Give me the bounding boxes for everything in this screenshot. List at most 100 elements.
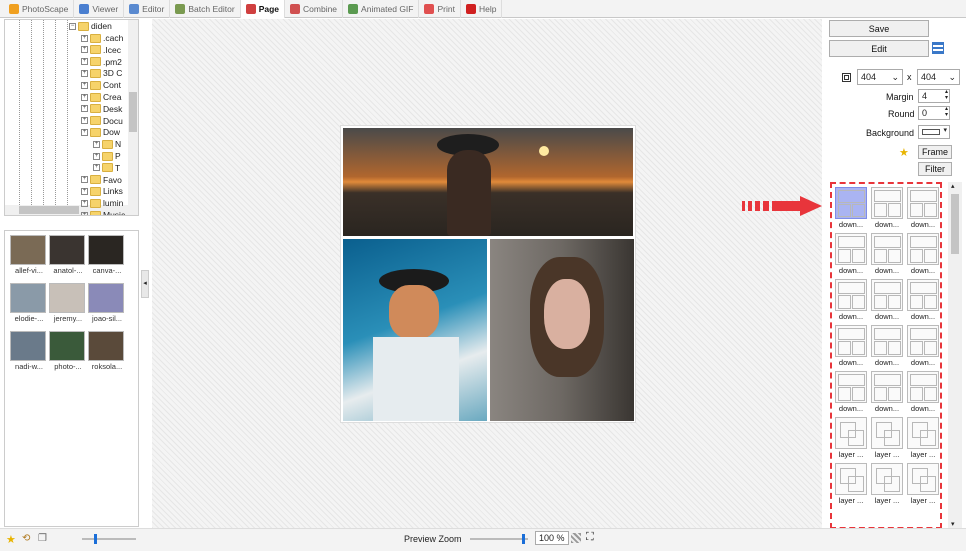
template-item[interactable]: layer ... (835, 463, 867, 505)
photo-bottom-left[interactable] (343, 239, 487, 421)
template-grid[interactable]: down... down... down... down... down... down.… (830, 182, 942, 529)
tree-item[interactable]: + Desk (81, 103, 122, 115)
template-item[interactable]: down... (907, 371, 939, 413)
template-item[interactable]: down... (835, 325, 867, 367)
thumbnail-item[interactable]: allef-vi... (10, 235, 48, 275)
template-item[interactable]: layer ... (871, 463, 903, 505)
tree-item[interactable]: +3D C (81, 67, 122, 79)
expand-icon[interactable]: + (81, 58, 88, 66)
expand-icon[interactable]: + (81, 117, 88, 125)
tree-item[interactable]: − diden (69, 20, 112, 32)
template-item[interactable]: down... (871, 279, 903, 321)
expand-icon[interactable]: + (81, 105, 88, 113)
thumbnail-item[interactable]: roksola... (88, 331, 126, 371)
star-icon[interactable]: ★ (6, 533, 16, 546)
tab-animated-gif[interactable]: Animated GIF (343, 0, 420, 18)
tree-item[interactable]: + Music (81, 209, 125, 215)
template-item[interactable]: layer ... (907, 463, 939, 505)
tree-item[interactable]: + Dow (81, 126, 120, 138)
tree-item[interactable]: + .pm2 (81, 56, 122, 68)
tree-item[interactable]: + lumin (81, 197, 123, 209)
expand-icon[interactable]: + (81, 128, 88, 136)
template-item[interactable]: layer ... (835, 417, 867, 459)
scroll-down-icon[interactable]: ▾ (951, 520, 955, 528)
filter-button[interactable]: Filter (918, 162, 952, 176)
collapse-handle[interactable]: ◂ (141, 270, 149, 298)
template-item[interactable]: layer ... (871, 417, 903, 459)
thumbnail-item[interactable]: joao-sil... (88, 283, 126, 323)
tree-item[interactable]: + Crea (81, 91, 121, 103)
tree-item[interactable]: + Links (81, 185, 123, 197)
thumb-size-slider[interactable] (82, 534, 136, 544)
template-item[interactable]: down... (907, 279, 939, 321)
template-item[interactable]: down... (871, 233, 903, 275)
tree-item[interactable]: + Favo (81, 174, 122, 186)
expand-icon[interactable]: + (81, 199, 88, 207)
collapse-icon[interactable]: − (69, 22, 76, 30)
expand-icon[interactable]: + (93, 140, 100, 148)
expand-icon[interactable]: + (81, 81, 88, 89)
height-select[interactable]: 404 ⌄ (917, 69, 960, 85)
collage-preview[interactable] (340, 125, 636, 423)
tree-item[interactable]: + T (93, 162, 120, 174)
expand-icon[interactable]: + (81, 34, 88, 42)
tree-item[interactable]: + N (93, 138, 121, 150)
expand-icon[interactable]: + (81, 93, 88, 101)
tree-item[interactable]: + .Icec (81, 44, 121, 56)
frame-button[interactable]: Frame (918, 145, 952, 159)
template-item[interactable]: down... (835, 371, 867, 413)
tab-editor[interactable]: Editor (124, 0, 171, 18)
tree-item[interactable]: + Cont (81, 79, 121, 91)
expand-icon[interactable]: + (93, 152, 100, 160)
spin-arrows-icon[interactable]: ▴ ▾ (945, 89, 948, 101)
thumbnail-item[interactable]: canva-... (88, 235, 126, 275)
width-select[interactable]: 404 ⌄ (857, 69, 903, 85)
template-item[interactable]: down... (907, 233, 939, 275)
thumbnail-item[interactable]: nadi-w... (10, 331, 48, 371)
tab-help[interactable]: Help (461, 0, 503, 18)
edit-button[interactable]: Edit (829, 40, 929, 57)
spin-arrows-icon[interactable]: ▴ ▾ (945, 106, 948, 118)
template-item[interactable]: down... (907, 325, 939, 367)
round-stepper[interactable]: 0 ▴ ▾ (918, 106, 950, 120)
tree-vscroll[interactable] (128, 20, 138, 205)
expand-icon[interactable]: + (93, 164, 100, 172)
tab-viewer[interactable]: Viewer (74, 0, 125, 18)
tab-combine[interactable]: Combine (285, 0, 344, 18)
zoom-input[interactable]: 100 % (535, 531, 569, 545)
tab-photoscape[interactable]: PhotoScape (4, 0, 75, 18)
thumbnail-item[interactable]: jeremy... (49, 283, 87, 323)
folder-tree[interactable]: − diden + .cach + .Icec + .pm2 +3D C + Cont + Crea + D… (4, 19, 139, 216)
expand-icon[interactable]: + (81, 176, 88, 184)
star-icon[interactable]: ★ (899, 146, 909, 159)
checker-icon[interactable] (571, 533, 581, 543)
tab-print[interactable]: Print (419, 0, 461, 18)
template-item[interactable]: down... (871, 187, 903, 229)
expand-icon[interactable]: + (81, 46, 88, 54)
save-button[interactable]: Save (829, 20, 929, 37)
template-item[interactable]: down... (871, 325, 903, 367)
scroll-up-icon[interactable]: ▴ (951, 182, 955, 190)
rotate-icon[interactable]: ⟲ (22, 533, 30, 544)
photos-icon[interactable]: ❐ (38, 533, 47, 544)
template-item[interactable]: down... (835, 279, 867, 321)
tab-batch-editor[interactable]: Batch Editor (170, 0, 241, 18)
tab-page[interactable]: Page (240, 0, 286, 18)
fit-icon[interactable]: ⛶ (586, 531, 594, 544)
thumbnail-item[interactable]: photo-... (49, 331, 87, 371)
tree-item[interactable]: + Docu (81, 115, 123, 127)
template-item[interactable]: down... (835, 187, 867, 229)
photo-bottom-right[interactable] (490, 239, 634, 421)
thumbnail-item[interactable]: elodie-... (10, 283, 48, 323)
margin-stepper[interactable]: 4 ▴ ▾ (918, 89, 950, 103)
template-item[interactable]: down... (835, 233, 867, 275)
template-item[interactable]: down... (871, 371, 903, 413)
expand-icon[interactable]: + (81, 187, 88, 195)
background-color-picker[interactable]: ▾ (918, 125, 950, 139)
expand-icon[interactable]: + (81, 211, 88, 215)
tree-item[interactable]: + .cach (81, 32, 123, 44)
expand-icon[interactable]: + (81, 69, 88, 77)
thumbnail-item[interactable]: anatol-... (49, 235, 87, 275)
tree-item[interactable]: + P (93, 150, 121, 162)
list-icon[interactable] (932, 42, 944, 54)
